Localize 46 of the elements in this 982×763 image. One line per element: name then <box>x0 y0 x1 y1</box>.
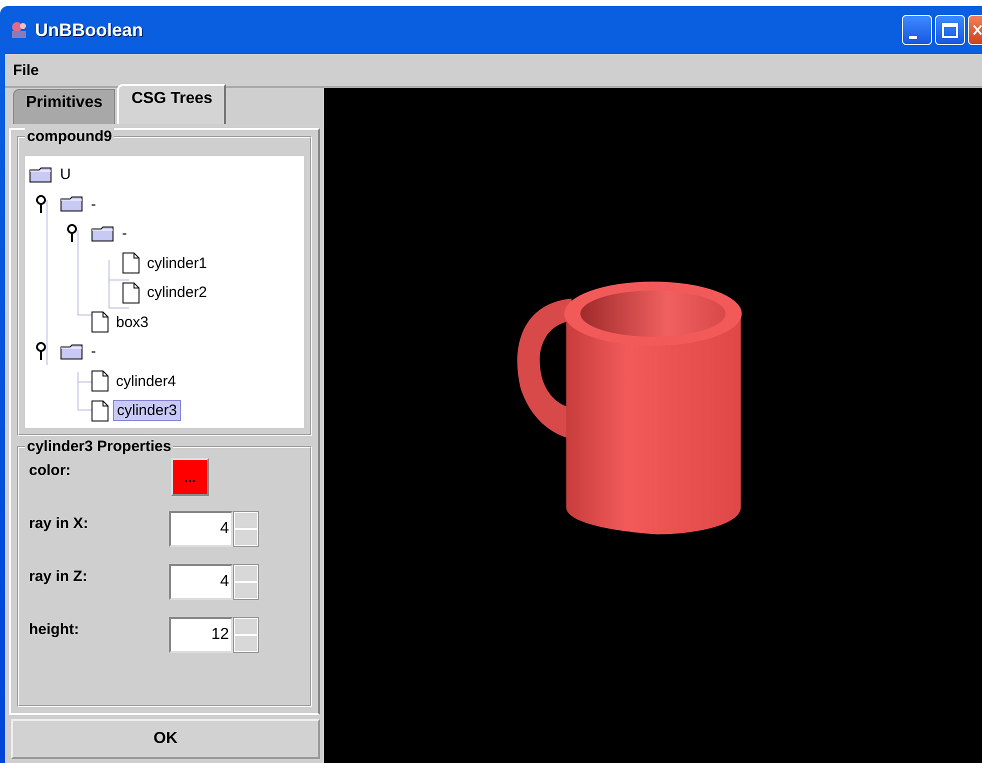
window-title: UnBBoolean <box>35 20 143 40</box>
folder-icon <box>60 196 84 212</box>
tree-item[interactable]: U <box>57 165 74 184</box>
document-icon <box>91 400 109 422</box>
tab[interactable]: Primitives <box>13 89 116 124</box>
expand-handle-icon[interactable] <box>35 194 47 214</box>
property-label: height: <box>28 620 80 638</box>
document-icon <box>91 370 109 392</box>
close-button[interactable] <box>968 15 982 45</box>
maximize-icon <box>942 22 958 38</box>
minimize-icon <box>909 36 917 38</box>
spinner-buttons[interactable] <box>233 511 259 547</box>
property-label: ray in Z: <box>28 567 88 585</box>
app-icon <box>9 20 29 40</box>
property-label: color: <box>28 461 72 479</box>
group-title: cylinder3 Properties <box>25 438 174 455</box>
maximize-button[interactable] <box>935 15 965 45</box>
tree-item[interactable]: cylinder3 <box>113 400 182 422</box>
color-button[interactable]: ... <box>171 458 209 496</box>
menu-item[interactable]: File <box>5 62 47 78</box>
number-field[interactable]: 4 <box>169 564 233 600</box>
folder-icon <box>91 226 115 242</box>
number-field[interactable]: 12 <box>169 617 233 653</box>
ok-button[interactable]: OK <box>11 719 320 759</box>
tree-item[interactable]: cylinder2 <box>144 283 210 302</box>
folder-icon <box>60 344 84 360</box>
expand-handle-icon[interactable] <box>35 341 47 361</box>
tree-item[interactable]: - <box>88 342 99 362</box>
folder-icon <box>29 166 53 183</box>
close-icon <box>973 23 982 37</box>
spinner-buttons[interactable] <box>233 617 259 653</box>
group-title: compound9 <box>25 128 114 145</box>
tree-item[interactable]: box3 <box>113 312 152 332</box>
tab[interactable]: CSG Trees <box>117 84 226 124</box>
document-icon <box>122 252 140 274</box>
document-icon <box>91 311 109 334</box>
tree-item[interactable]: cylinder1 <box>144 254 210 273</box>
tree-item[interactable]: - <box>119 224 130 244</box>
tree-item[interactable]: cylinder4 <box>113 372 180 391</box>
number-field[interactable]: 4 <box>169 511 233 547</box>
document-icon <box>122 282 140 304</box>
expand-handle-icon[interactable] <box>66 223 78 243</box>
minimize-button[interactable] <box>902 15 932 45</box>
spinner-buttons[interactable] <box>233 564 259 600</box>
tree-item[interactable]: - <box>88 194 99 214</box>
property-label: ray in X: <box>28 514 90 532</box>
